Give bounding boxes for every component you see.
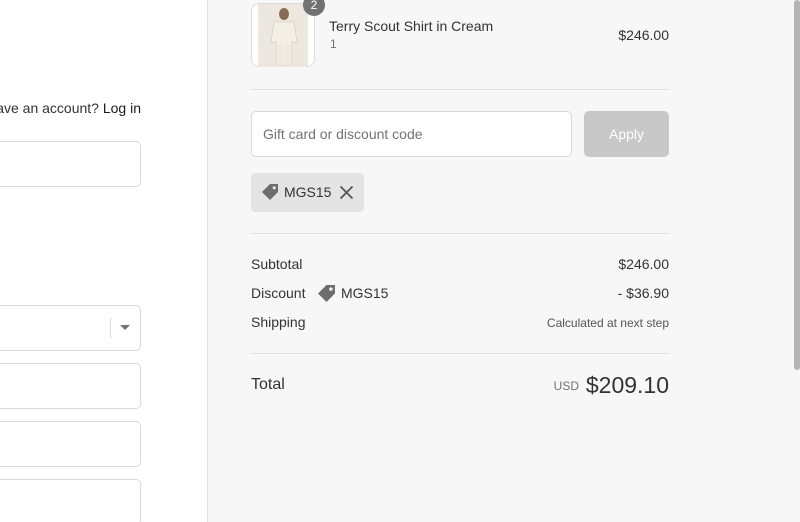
divider	[251, 353, 669, 354]
discount-label: Discount	[251, 285, 306, 301]
first-name-field[interactable]	[0, 363, 141, 409]
country-select[interactable]	[0, 305, 141, 351]
total-amount: $209.10	[585, 372, 669, 398]
tag-icon	[318, 285, 335, 302]
discount-value: - $36.90	[617, 285, 669, 301]
select-divider	[110, 318, 111, 338]
product-image	[258, 4, 308, 67]
subtotal-value: $246.00	[618, 256, 669, 272]
discount-code-label: MGS15	[341, 285, 389, 301]
total-label: Total	[251, 376, 285, 393]
shipping-value: Calculated at next step	[546, 316, 669, 330]
applied-discount-chip: MGS15	[251, 173, 364, 212]
chevron-down-icon	[120, 325, 130, 330]
applied-code-label: MGS15	[284, 184, 332, 200]
apply-button[interactable]: Apply	[584, 111, 669, 157]
scrollbar-thumb[interactable]	[794, 0, 800, 370]
discount-code-input[interactable]	[251, 111, 572, 157]
product-price: $246.00	[618, 27, 669, 43]
apartment-field[interactable]	[0, 479, 141, 522]
address-field[interactable]	[0, 421, 141, 467]
email-field[interactable]	[0, 141, 141, 187]
product-variant: 1	[330, 37, 337, 51]
divider	[251, 89, 669, 90]
close-icon[interactable]	[339, 185, 354, 200]
subtotal-label: Subtotal	[251, 256, 303, 272]
login-link[interactable]: Log in	[103, 100, 141, 116]
checkout-form-pane: ave an account? Log in	[0, 0, 207, 522]
login-prompt-text: ave an account?	[0, 100, 99, 116]
shipping-label: Shipping	[251, 314, 306, 330]
divider	[251, 233, 669, 234]
login-prompt: ave an account? Log in	[0, 100, 141, 116]
total-currency: USD	[553, 379, 579, 393]
product-title: Terry Scout Shirt in Cream	[329, 18, 494, 34]
tag-icon	[262, 184, 278, 200]
scrollbar[interactable]	[794, 0, 800, 522]
